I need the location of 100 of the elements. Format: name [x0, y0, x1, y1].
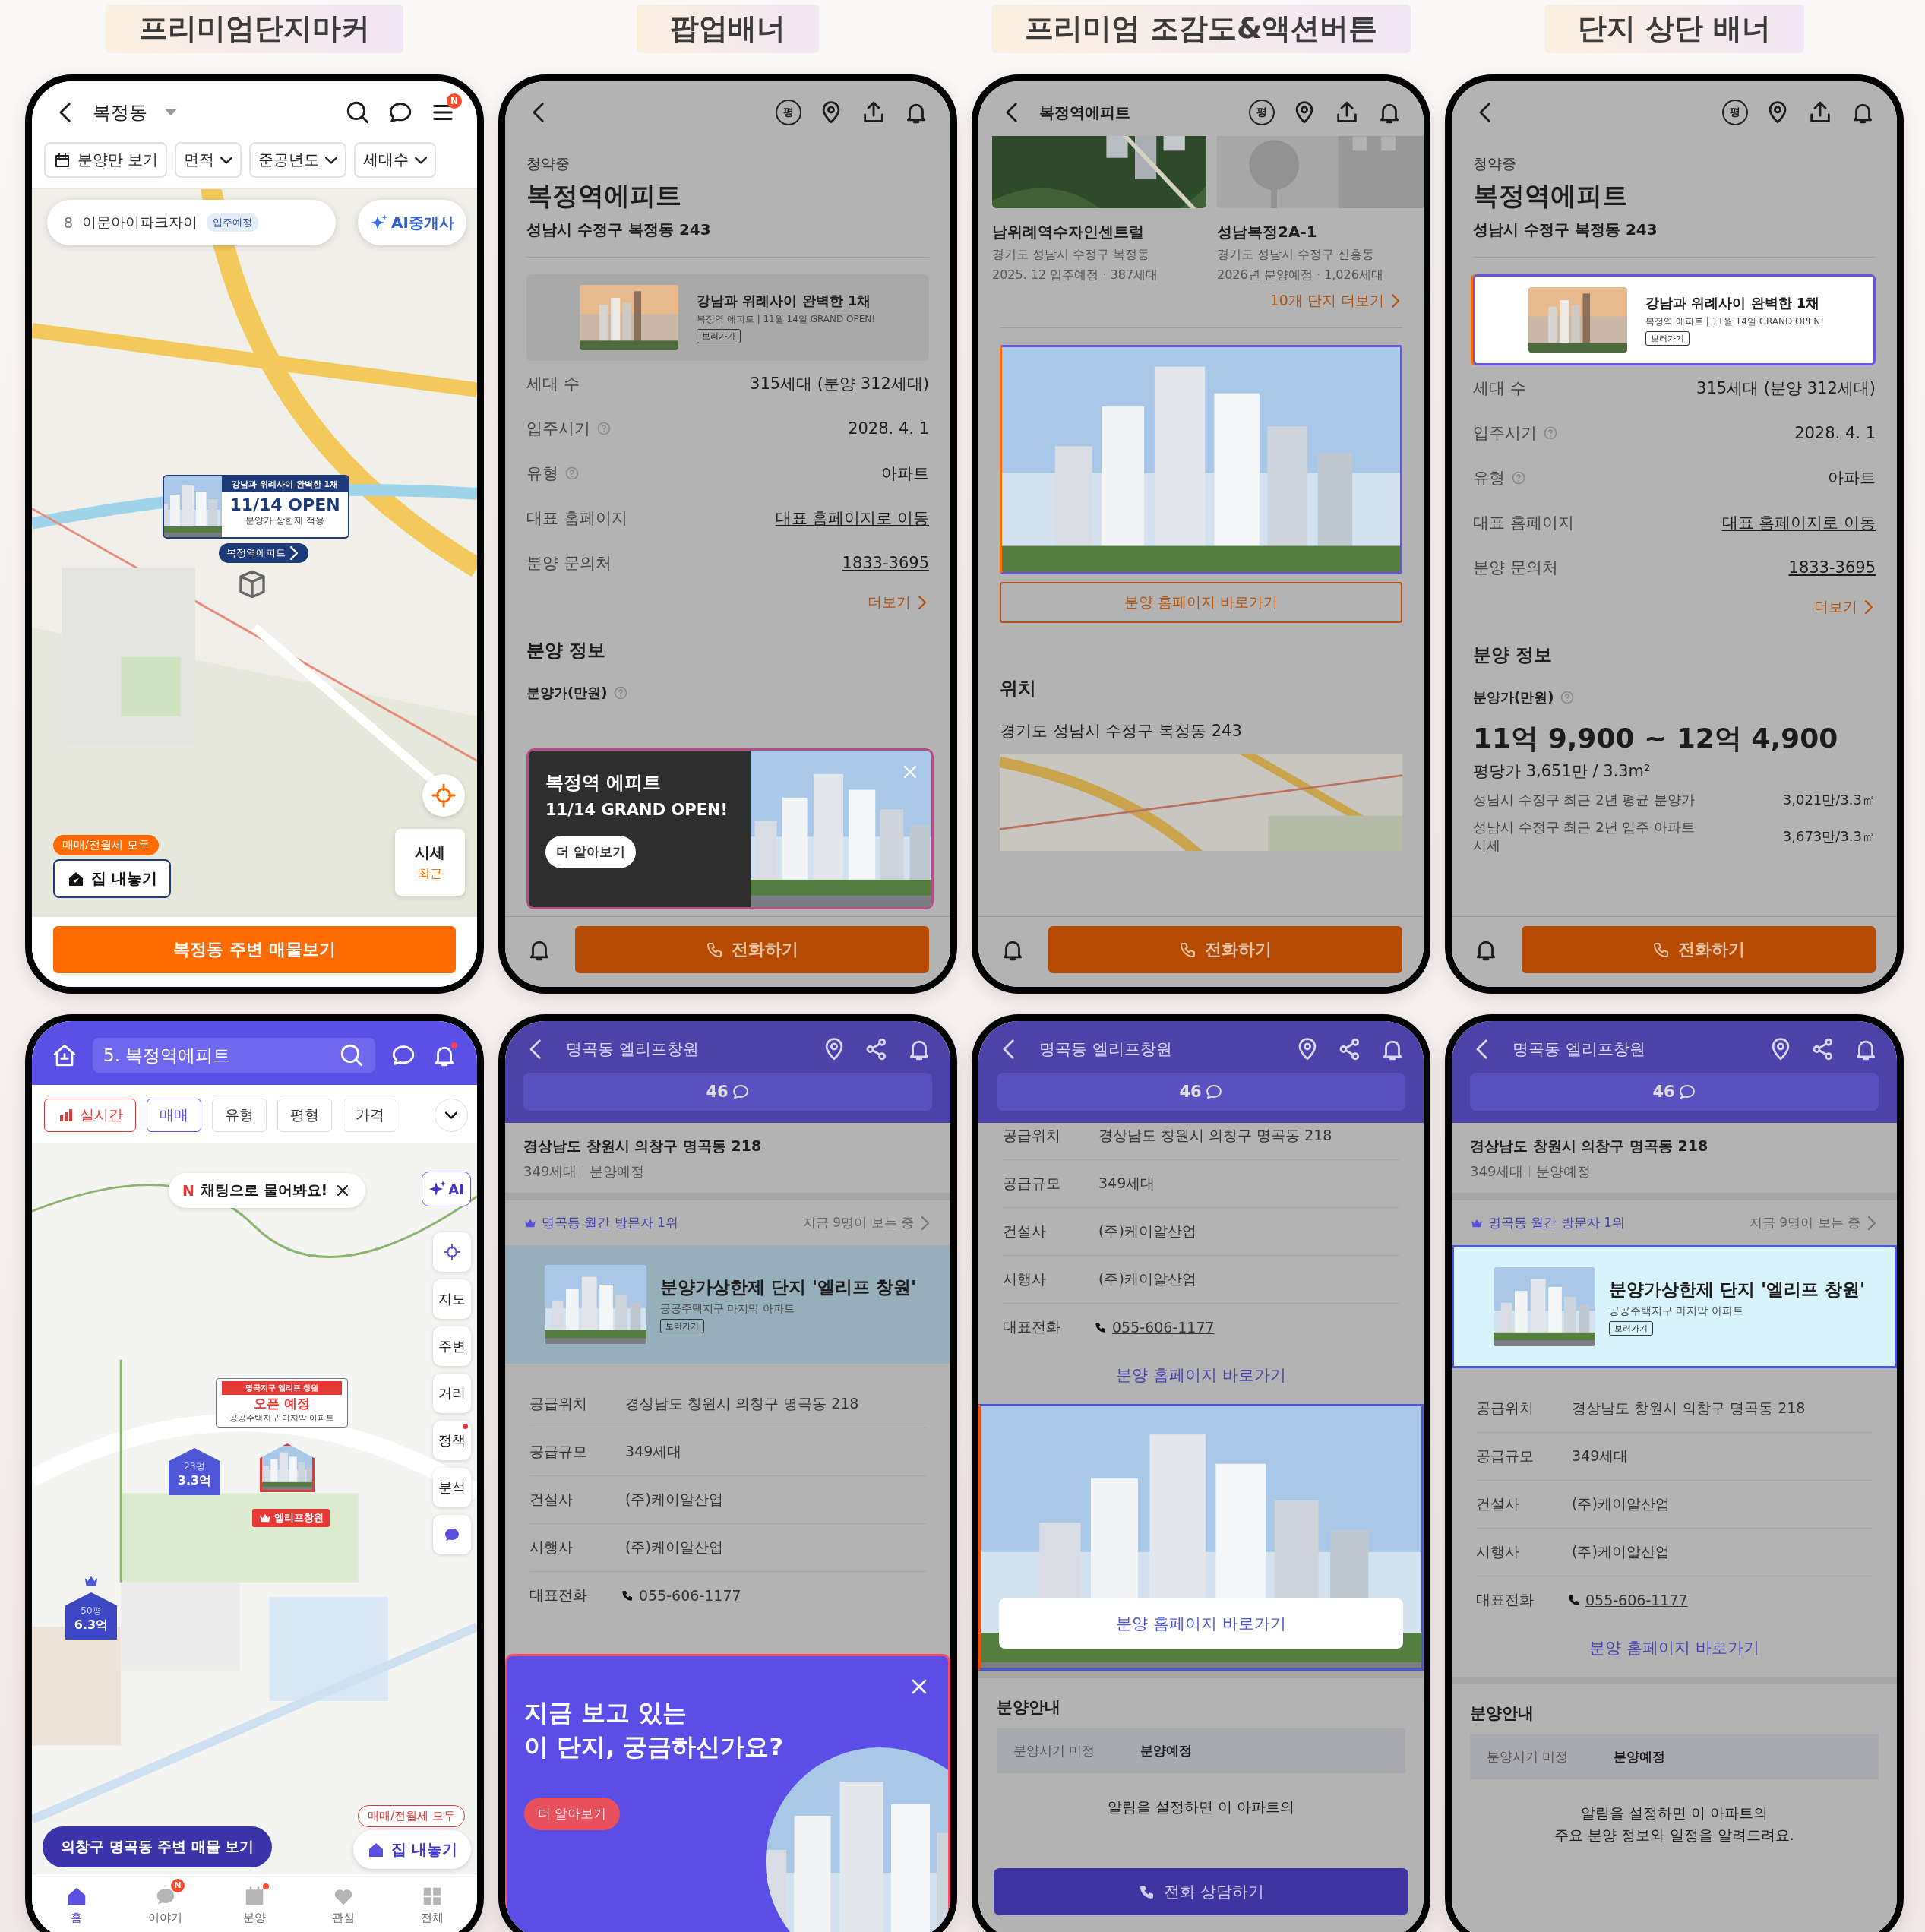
tab-item[interactable]: 관심 [299, 1874, 388, 1932]
nearby-complex-name[interactable]: 성남복정2A-1 [1217, 222, 1424, 242]
tab-item[interactable]: 분양 [210, 1874, 299, 1932]
filter-chip[interactable]: 실시간 [44, 1099, 136, 1132]
filter-chip[interactable]: 세대수 [354, 142, 437, 178]
homepage-button[interactable]: 분양 홈페이지 바로가기 [999, 1598, 1403, 1649]
filter-chip[interactable]: 평형 [277, 1099, 332, 1132]
unit-toggle-button[interactable]: 평 [776, 100, 801, 125]
popup-title: 지금 보고 있는 이 단지, 궁금하신가요? [524, 1697, 783, 1763]
page-title: 명곡동 엘리프창원 [1039, 1039, 1172, 1060]
info-value: 315세대 (분양 312세대) [1696, 378, 1876, 399]
info-label: 공급규모 [1003, 1174, 1061, 1193]
tab-item[interactable]: 홈 [32, 1874, 122, 1932]
home-icon[interactable] [52, 1042, 77, 1068]
chevron-down-icon [325, 156, 338, 164]
info-value: 아파트 [881, 463, 929, 484]
filter-chip[interactable]: 분양만 보기 [44, 142, 168, 178]
filter-chip[interactable]: 유형 [212, 1099, 267, 1132]
phone-icon [1094, 1320, 1108, 1334]
info-value: (주)케이알산업 [625, 1538, 723, 1557]
section-label: 팝업배너 [637, 5, 819, 53]
info-value: 349세대 [625, 1442, 682, 1461]
learn-more-button[interactable]: 더 알아보기 [545, 836, 636, 868]
complex-title: 복정역에피트 [526, 179, 682, 212]
banner-title: 분양가상한제 단지 '엘리프 창원' [660, 1276, 917, 1298]
info-value: (주)케이알산업 [1572, 1542, 1670, 1561]
nearby-complex-address: 경기도 성남시 수정구 복정동 [992, 247, 1151, 263]
filter-chip[interactable]: 면적 [175, 142, 242, 178]
info-link[interactable]: 대표 홈페이지로 이동 [1721, 511, 1876, 533]
alert-notice: 알림을 설정하면 이 아파트의 주요 분양 정보와 일정을 알려드려요. [1554, 1804, 1795, 1845]
schedule-value: 분양예정 [1140, 1742, 1193, 1760]
ranking-row[interactable]: 명곡동 월간 방문자 1위 지금 9명이 보는 중 [1452, 1200, 1897, 1245]
nearby-complex-name[interactable]: 남위례역수자인센트럴 [992, 222, 1206, 242]
view-button[interactable]: 보러가기 [1609, 1321, 1653, 1336]
ranking-text: 명곡동 월간 방문자 1위 [1488, 1214, 1626, 1232]
info-label: 대표 홈페이지 [1473, 512, 1574, 533]
phone-link[interactable]: 055-606-1177 [639, 1587, 741, 1604]
banner-title: 분양가상한제 단지 '엘리프 창원' [1609, 1279, 1866, 1301]
promo-banner[interactable]: 강남과 위례사이 완벽한 1채 복정역 에피트 | 11월 14일 GRAND OPEN! 보러가기 [1473, 274, 1876, 365]
search-icon[interactable] [345, 100, 371, 125]
info-label: 대표전화 [1003, 1317, 1061, 1336]
info-label: 세대 수 [1473, 378, 1526, 399]
popup-subtitle: 11/14 GRAND OPEN! [545, 801, 729, 819]
view-button[interactable]: 보러가기 [697, 329, 741, 343]
comment-icon [1204, 1083, 1223, 1101]
viewer-count: 지금 9명이 보는 중 [802, 1214, 914, 1232]
ranking-text: 명곡동 월간 방문자 1위 [542, 1214, 679, 1232]
comments-button[interactable]: 46 [997, 1073, 1405, 1111]
info-label: 시행사 [1003, 1270, 1047, 1289]
comment-icon [731, 1083, 750, 1101]
info-label: 입주시기 [1473, 422, 1537, 444]
info-label: 건설사 [1476, 1494, 1520, 1513]
info-link[interactable]: 1833-3695 [842, 553, 929, 572]
price-label: 분양가(만원) [1473, 688, 1554, 707]
calendar-icon [53, 150, 71, 169]
view-button[interactable]: 보러가기 [1645, 331, 1690, 346]
phone-icon [1652, 941, 1671, 959]
search-field[interactable]: 5. 복정역에피트 [93, 1038, 375, 1073]
popup-title: 복정역 에피트 [545, 771, 662, 795]
banner-title: 강남과 위례사이 완벽한 1채 [697, 292, 871, 310]
info-label: 분양 문의처 [1473, 557, 1558, 578]
info-label: 공급위치 [1476, 1399, 1535, 1418]
location-title[interactable]: 복정동 [93, 100, 147, 125]
info-label: 공급위치 [529, 1394, 588, 1413]
comparison-label: 성남시 수정구 최근 2년 입주 아파트 시세 [1473, 818, 1696, 855]
tab-item[interactable]: N 이야기 [121, 1874, 210, 1932]
chevron-down-icon [445, 1111, 457, 1119]
chevron-down-icon [220, 156, 233, 164]
comments-button[interactable]: 46 [523, 1073, 932, 1111]
phone-icon [621, 1589, 634, 1602]
promo-banner[interactable]: 분양가상한제 단지 '엘리프 창원' 공공주택지구 마지막 아파트 보러가기 [505, 1245, 950, 1364]
info-value: (주)케이알산업 [625, 1490, 723, 1509]
info-label: 입주시기 [526, 418, 590, 439]
unit-toggle-button[interactable]: 평 [1722, 100, 1748, 125]
homepage-link[interactable]: 분양 홈페이지 바로가기 [1452, 1624, 1897, 1677]
promo-banner[interactable]: 강남과 위례사이 완벽한 1채 복정역 에피트 | 11월 14일 GRAND OPEN! 보러가기 [526, 274, 929, 361]
notification-badge: N [170, 1878, 185, 1892]
schedule-value: 분양예정 [1614, 1748, 1666, 1766]
phone-link[interactable]: 055-606-1177 [1585, 1592, 1688, 1608]
complex-meta: 분양예정 [1536, 1162, 1592, 1181]
comments-button[interactable]: 46 [1470, 1073, 1879, 1111]
price-label: 분양가(만원) [526, 684, 608, 702]
phone-link[interactable]: 055-606-1177 [1112, 1319, 1215, 1336]
filter-chip[interactable]: 준공년도 [249, 142, 347, 178]
filter-chip[interactable]: 매매 [147, 1099, 201, 1132]
info-link[interactable]: 1833-3695 [1788, 558, 1876, 577]
comparison-value: 3,673만/3.3㎡ [1782, 827, 1876, 846]
filter-chip[interactable]: 가격 [343, 1099, 397, 1132]
unit-toggle-button[interactable]: 평 [1249, 100, 1275, 125]
tab-item[interactable]: 전체 [387, 1874, 477, 1932]
promo-banner[interactable]: 분양가상한제 단지 '엘리프 창원' 공공주택지구 마지막 아파트 보러가기 [1452, 1245, 1897, 1368]
ranking-row[interactable]: 명곡동 월간 방문자 1위 지금 9명이 보는 중 [505, 1200, 950, 1245]
homepage-link[interactable]: 분양 홈페이지 바로가기 [978, 1351, 1424, 1404]
complex-meta: 349세대 [1470, 1162, 1524, 1181]
view-button[interactable]: 보러가기 [660, 1319, 704, 1333]
call-consult-button[interactable]: 전화 상담하기 [994, 1868, 1408, 1915]
complex-address: 성남시 수정구 복정동 243 [1473, 220, 1658, 240]
info-link[interactable]: 대표 홈페이지로 이동 [775, 507, 929, 529]
phone-icon [1567, 1593, 1581, 1607]
expand-filters-button[interactable] [435, 1099, 468, 1132]
